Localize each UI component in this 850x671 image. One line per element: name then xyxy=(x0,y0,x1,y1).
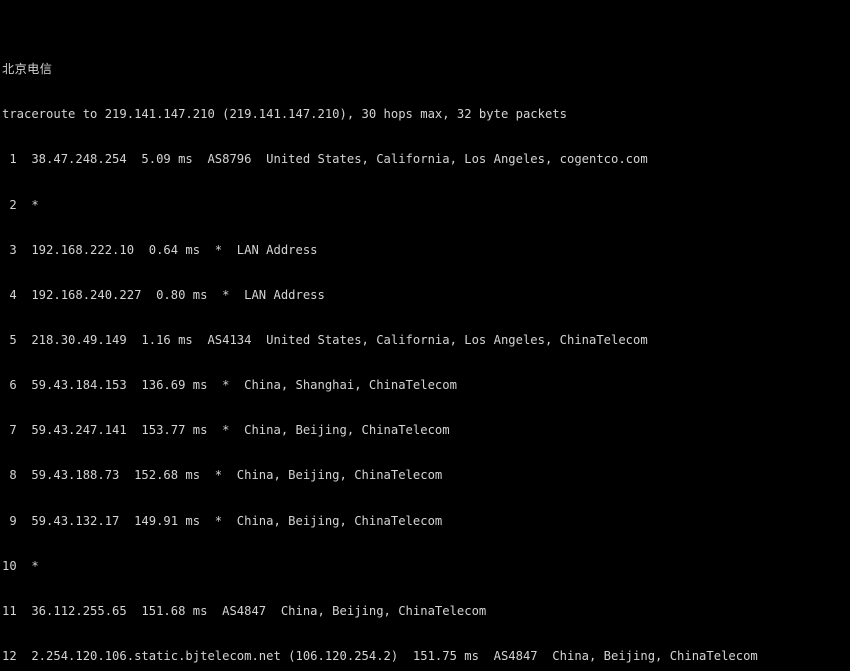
traceroute-command-beijing: traceroute to 219.141.147.210 (219.141.1… xyxy=(2,107,567,122)
hop-row: 12 2.254.120.106.static.bjtelecom.net (1… xyxy=(2,649,758,664)
hop-row: 1 38.47.248.254 5.09 ms AS8796 United St… xyxy=(2,152,648,167)
hop-row: 6 59.43.184.153 136.69 ms * China, Shang… xyxy=(2,378,457,393)
hop-row: 7 59.43.247.141 153.77 ms * China, Beiji… xyxy=(2,423,450,438)
hop-row: 2 * xyxy=(2,197,39,212)
hop-row: 10 * xyxy=(2,558,39,573)
hop-row: 11 36.112.255.65 151.68 ms AS4847 China,… xyxy=(2,603,487,618)
section-header-beijing: 北京电信 xyxy=(2,62,53,77)
terminal-output[interactable]: 北京电信 traceroute to 219.141.147.210 (219.… xyxy=(0,0,850,671)
hop-row: 3 192.168.222.10 0.64 ms * LAN Address xyxy=(2,242,318,257)
hop-row: 9 59.43.132.17 149.91 ms * China, Beijin… xyxy=(2,513,443,528)
hop-row: 4 192.168.240.227 0.80 ms * LAN Address xyxy=(2,287,325,302)
hop-row: 8 59.43.188.73 152.68 ms * China, Beijin… xyxy=(2,468,443,483)
hop-row: 5 218.30.49.149 1.16 ms AS4134 United St… xyxy=(2,333,648,348)
